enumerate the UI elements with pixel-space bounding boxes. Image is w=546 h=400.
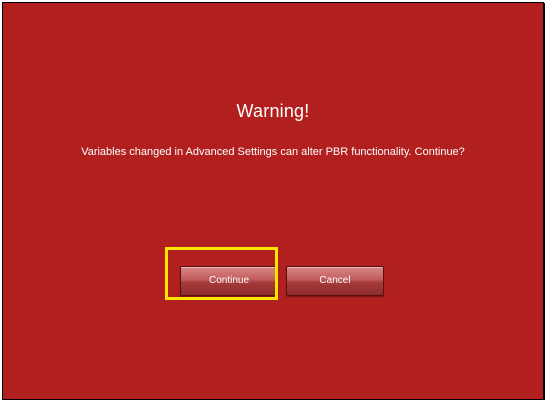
dialog-title: Warning!: [236, 101, 310, 121]
dialog-message: Variables changed in Advanced Settings c…: [81, 146, 465, 158]
warning-dialog: Warning! Variables changed in Advanced S…: [2, 2, 544, 400]
continue-highlight-box: [165, 247, 278, 300]
cancel-button[interactable]: Cancel: [286, 266, 384, 296]
